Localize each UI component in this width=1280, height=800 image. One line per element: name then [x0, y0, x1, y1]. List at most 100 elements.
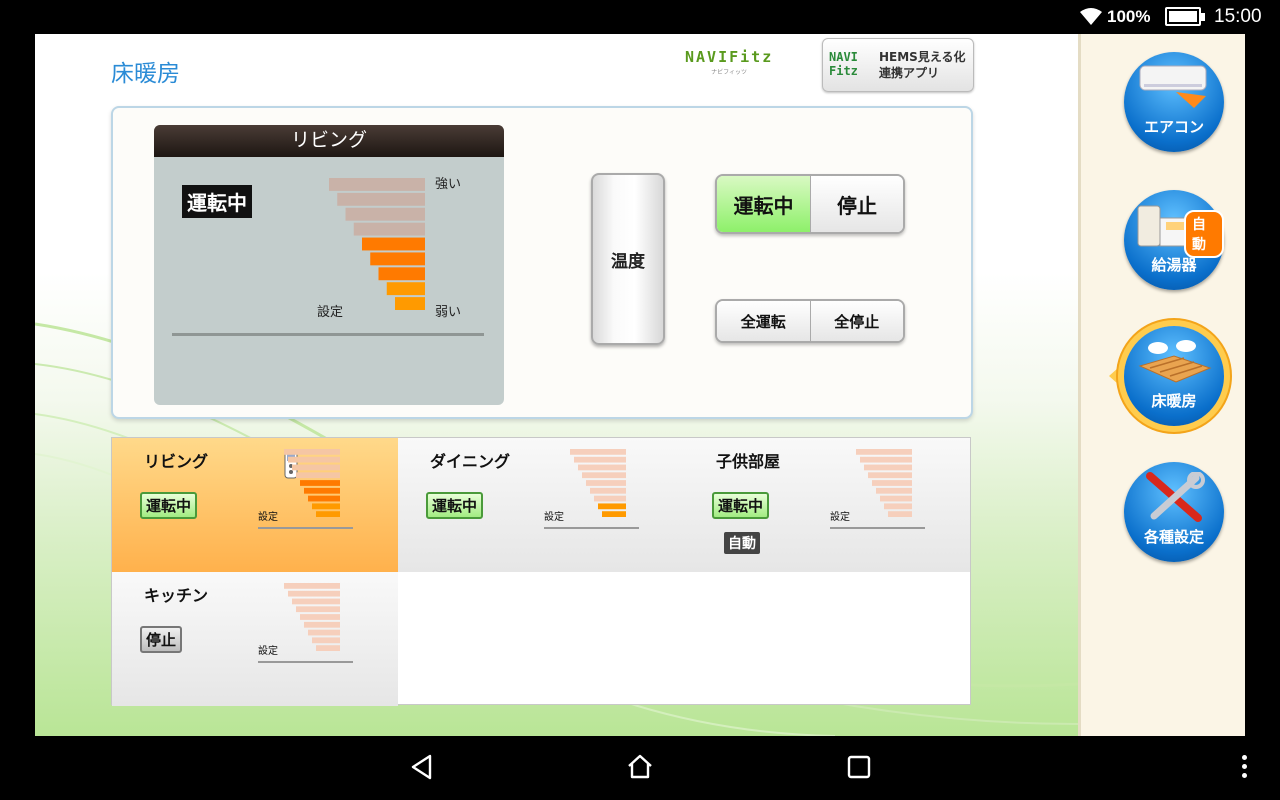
level-bar [300, 614, 340, 620]
all-run-stop-group: 全運転 全停止 [715, 299, 905, 343]
level-bar [570, 449, 626, 455]
run-stop-toggle: 運転中 停止 [715, 174, 905, 234]
room-name: リビング [144, 452, 209, 471]
level-bar-active [602, 511, 626, 517]
hems-app-button[interactable]: NAVI Fitz HEMS見える化 連携アプリ [822, 38, 974, 92]
level-bar [864, 464, 912, 471]
page-title: 床暖房 [111, 61, 180, 87]
status-display: リビング 運転中 強い 設定 弱い [154, 125, 504, 405]
level-meter [329, 178, 425, 310]
sidebar-label: 各種設定 [1143, 528, 1204, 546]
status-bar: 100% 15:00 [0, 0, 1280, 34]
set-label: 設定 [317, 305, 344, 320]
room-level-meter [570, 449, 626, 517]
level-bar [868, 472, 912, 479]
level-bar-active [395, 297, 425, 310]
level-bar-active [362, 237, 425, 251]
navigation-bar [0, 736, 1280, 800]
level-bar [337, 192, 425, 206]
room-name: 子供部屋 [716, 452, 781, 471]
sidebar-label: 床暖房 [1151, 392, 1197, 410]
level-weak-label: 弱い [435, 305, 462, 320]
overflow-menu-icon[interactable] [1242, 755, 1247, 782]
sidebar-label: 給湯器 [1151, 256, 1197, 274]
room-set-label: 設定 [258, 646, 278, 657]
display-divider [172, 333, 484, 336]
battery-icon [1165, 7, 1205, 26]
active-indicator [1109, 368, 1118, 384]
floor-heating-icon [1138, 340, 1212, 383]
level-bar [296, 606, 340, 613]
level-bar [288, 456, 340, 463]
level-bar-active [300, 480, 340, 486]
sidebar-item-air-conditioner[interactable]: エアコン [1124, 52, 1224, 152]
room-name: キッチン [144, 586, 209, 605]
level-bar [288, 590, 340, 597]
level-bar-active [304, 487, 340, 494]
battery-percent: 100% [1107, 7, 1151, 26]
display-room-title: リビング [154, 125, 504, 157]
auto-badge: 自動 [724, 532, 760, 554]
room-divider [258, 661, 353, 663]
room-status-badge: 運転中 [426, 492, 484, 519]
level-bar [856, 449, 912, 455]
auto-badge: 自動 [1184, 210, 1224, 258]
level-bar [316, 645, 340, 651]
level-bar [296, 472, 340, 479]
level-bar [345, 207, 425, 221]
room-status-badge: 停止 [140, 626, 183, 653]
room-level-meter [284, 449, 340, 517]
all-stop-button[interactable]: 全停止 [810, 301, 903, 341]
level-bar [329, 178, 425, 191]
room-set-label: 設定 [258, 512, 278, 523]
room-name: ダイニング [430, 452, 511, 471]
room-card-living[interactable]: リビング 運転中 設定 [112, 438, 398, 572]
air-conditioner-icon [1139, 65, 1207, 108]
room-level-meter [284, 583, 340, 651]
back-icon[interactable] [410, 754, 434, 780]
level-bar-active [316, 511, 340, 517]
room-card-kids-room[interactable]: 子供部屋 運転中 自動 設定 [684, 438, 970, 572]
level-bar [308, 629, 340, 636]
level-bar [594, 495, 626, 502]
room-divider [830, 527, 925, 529]
run-button[interactable]: 運転中 [717, 176, 811, 232]
app-window: 床暖房 NAVIFitz ナビフィッツ NAVI Fitz HEMS見える化 連… [35, 34, 1245, 736]
room-grid: リビング 運転中 設定 ダイニング 運転中 設定 子供部屋 運転中 自動 設定 … [111, 437, 971, 706]
level-bar-active [378, 267, 425, 281]
level-bar-active [598, 503, 626, 510]
level-bar [292, 598, 340, 605]
home-icon[interactable] [627, 754, 653, 780]
recents-icon[interactable] [847, 754, 871, 780]
room-level-meter [856, 449, 912, 517]
stop-button[interactable]: 停止 [811, 176, 903, 232]
room-set-label: 設定 [830, 512, 850, 523]
wifi-icon [1080, 8, 1102, 25]
temperature-button[interactable]: 温度 [591, 173, 665, 345]
level-bar [860, 456, 912, 463]
room-card-dining[interactable]: ダイニング 運転中 設定 [398, 438, 684, 572]
all-run-button[interactable]: 全運転 [717, 301, 811, 341]
room-status-badge: 運転中 [712, 492, 770, 519]
navifitz-logo: NAVIFitz ナビフィッツ [685, 48, 774, 76]
hems-logo: NAVI Fitz [829, 50, 858, 78]
sidebar-item-floor-heating[interactable]: 床暖房 [1124, 326, 1224, 426]
tools-icon [1146, 472, 1205, 522]
clock: 15:00 [1214, 6, 1262, 27]
level-bar [888, 511, 912, 517]
sidebar-item-settings[interactable]: 各種設定 [1124, 462, 1224, 562]
level-bar [304, 621, 340, 628]
control-panel: リビング 運転中 強い 設定 弱い 温度 運転中 停止 全運転 全停止 [111, 106, 973, 419]
level-bar-active [386, 282, 425, 296]
level-bar [884, 503, 912, 510]
level-bar [284, 449, 340, 455]
level-bar-active [308, 495, 340, 502]
room-card-kitchen[interactable]: キッチン 停止 設定 [112, 572, 398, 706]
sidebar-item-water-heater[interactable]: 自動 給湯器 [1124, 190, 1224, 290]
level-strong-label: 強い [435, 177, 462, 192]
level-bar [353, 222, 425, 236]
level-bar [590, 487, 626, 494]
level-bar [872, 480, 912, 486]
room-status-badge: 運転中 [140, 492, 198, 519]
level-bar [284, 583, 340, 589]
